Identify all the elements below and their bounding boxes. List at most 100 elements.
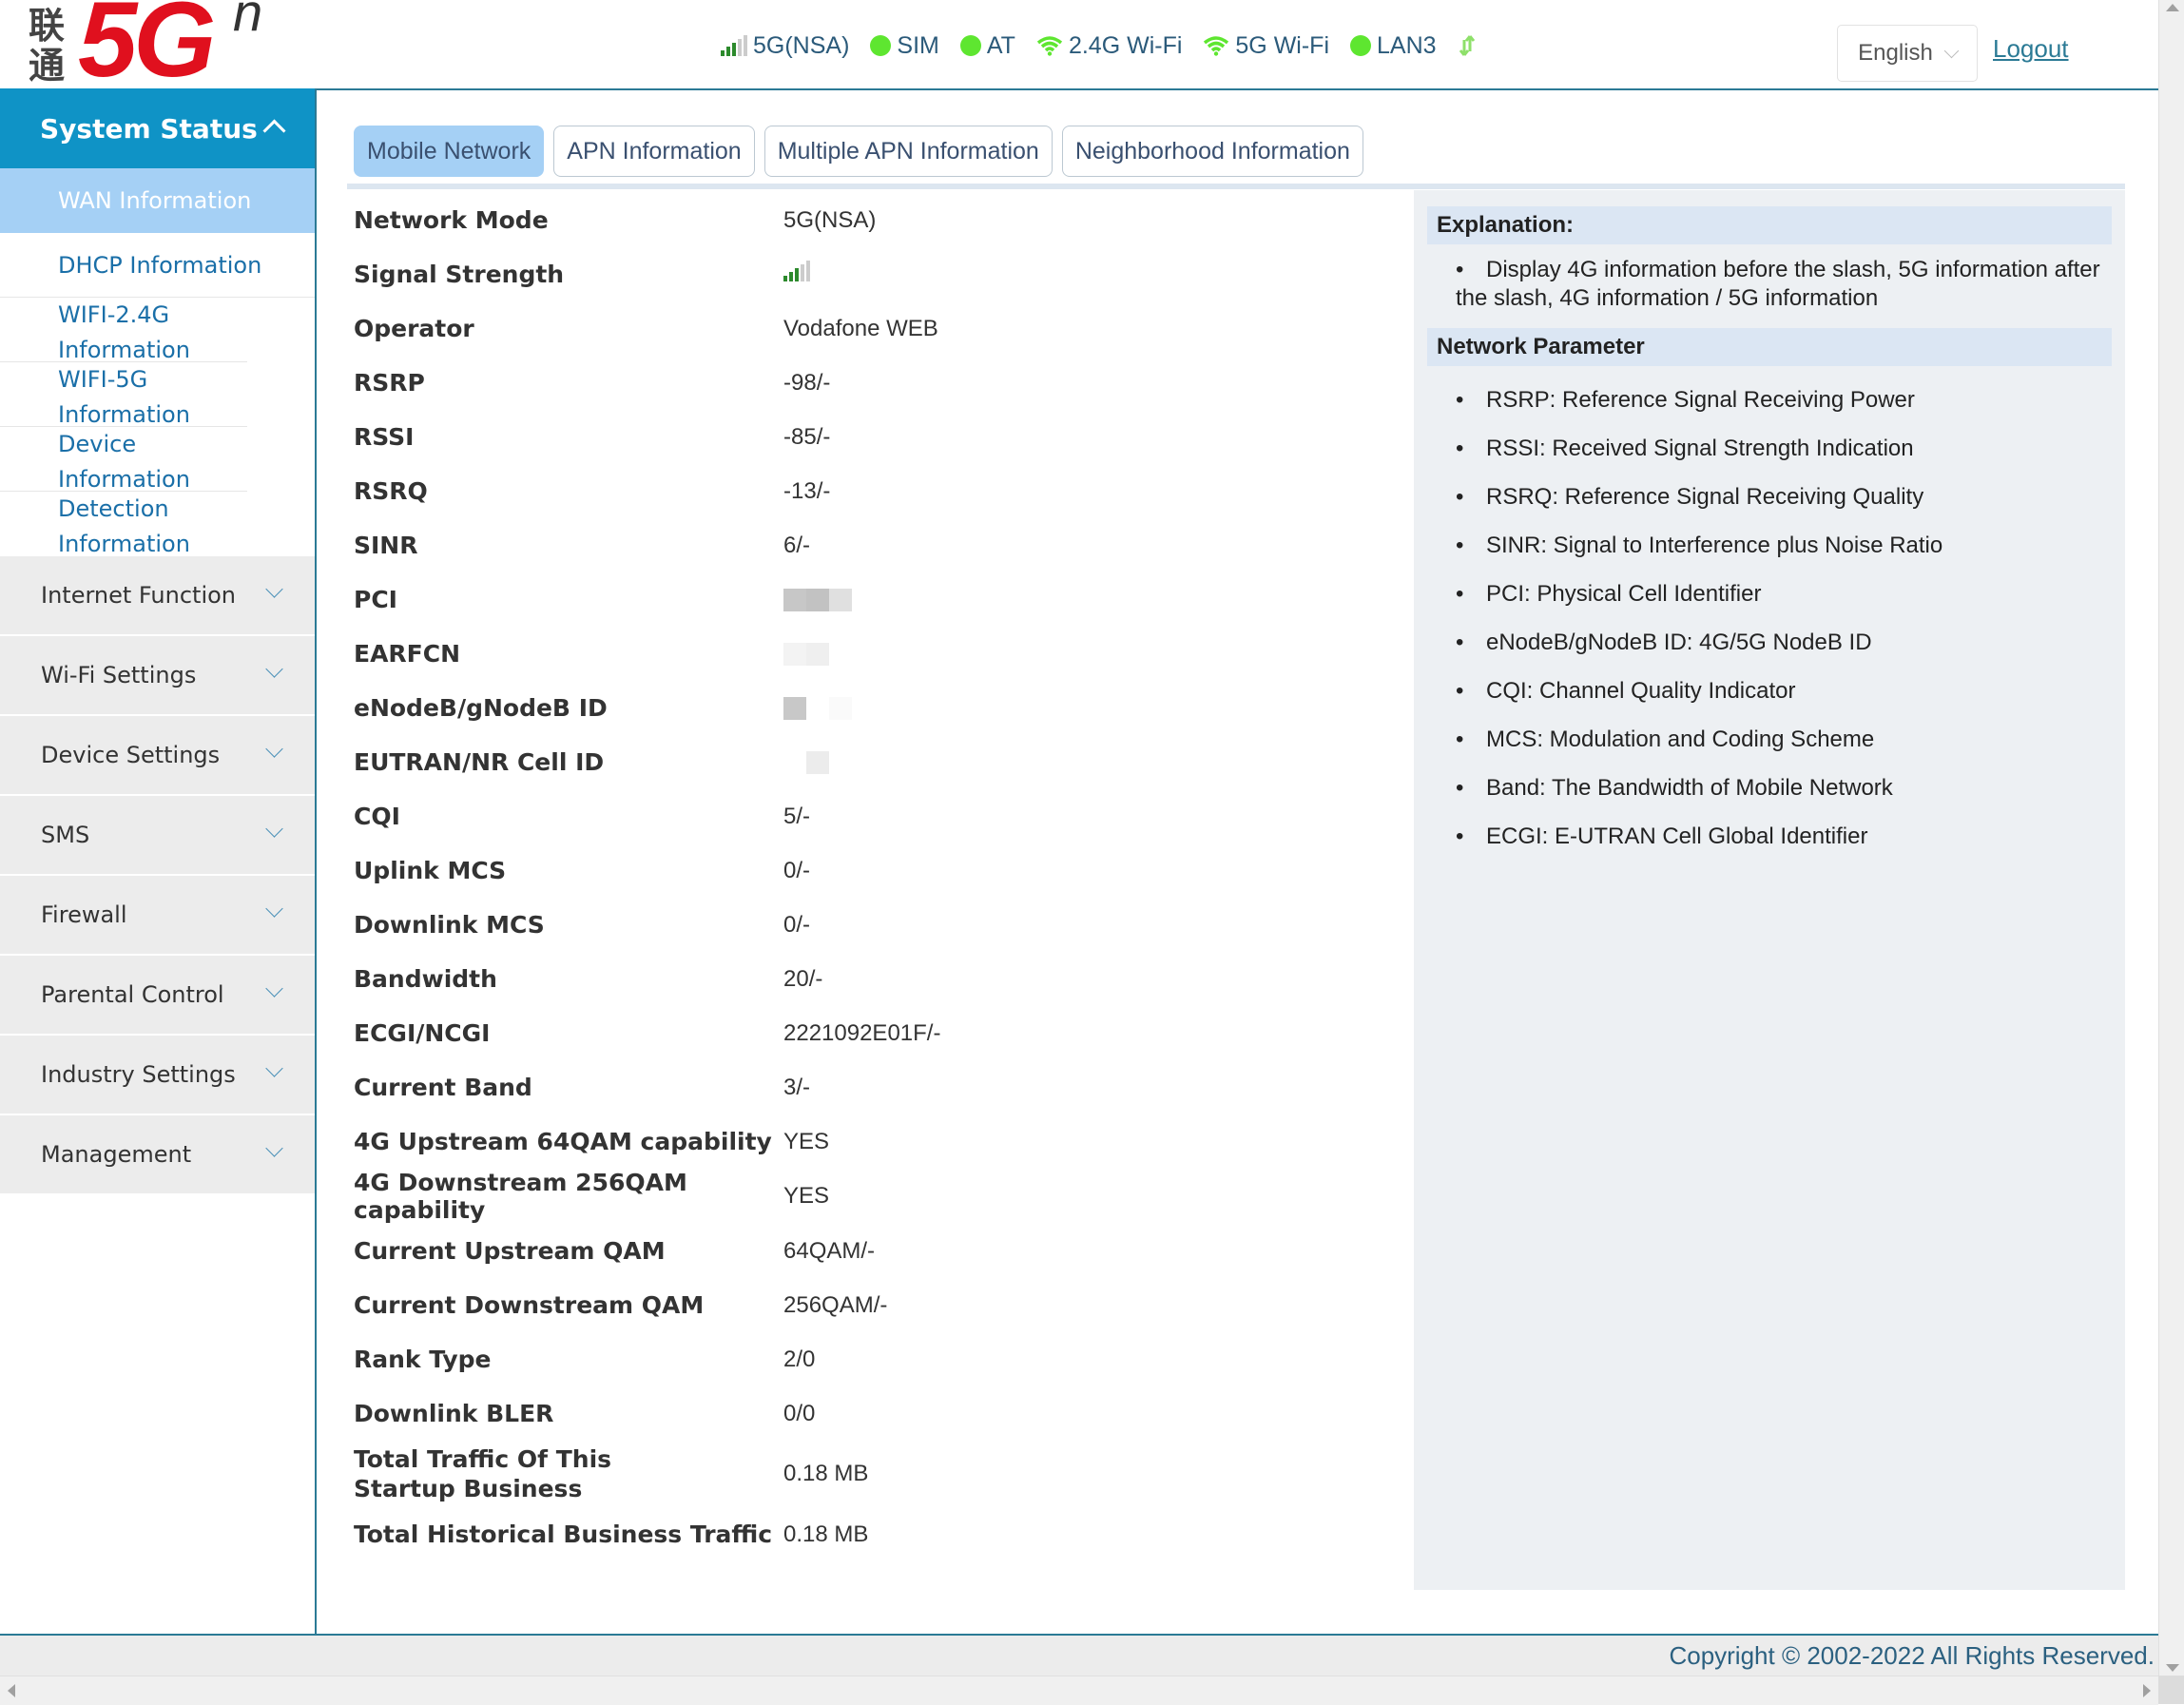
row-value: 5/- [783,803,811,829]
nav-group-label: Firewall [41,901,127,928]
sidebar-item-dhcp-information[interactable]: DHCP Information [0,233,315,298]
status-label: 5G(NSA) [753,31,850,59]
tab-divider [347,184,2125,189]
nav-group-label: Management [41,1141,192,1168]
table-row: CQI 5/- [354,789,1400,843]
nav-group-management[interactable]: Management [0,1115,315,1194]
logout-link[interactable]: Logout [1993,34,2069,64]
sidebar-item-label: Detection Information [58,495,190,557]
scroll-left-arrow-icon[interactable] [8,1684,15,1697]
status-bar: 5G(NSA) SIM AT 2.4G Wi-Fi 5G Wi-Fi LAN3 [721,27,1477,65]
row-label: Signal Strength [354,261,565,288]
vertical-scrollbar[interactable] [2158,0,2184,1676]
table-row: Current Downstream QAM 256QAM/- [354,1278,1400,1332]
row-label: PCI [354,586,397,613]
logo: 联通 5G n [29,0,276,93]
explanation-panel: Explanation: • Display 4G information bef… [1414,190,2125,1590]
status-sim: SIM [870,32,939,60]
explanation-title: Explanation: [1427,206,2112,244]
row-value: 2221092E01F/- [783,1019,941,1046]
scroll-up-arrow-icon[interactable] [2166,4,2179,11]
status-data-transfer [1458,34,1477,57]
explanation-text-content: Display 4G information before the slash,… [1456,257,2100,311]
sidebar-item-label: WIFI-5G Information [58,366,190,428]
chevron-down-icon [265,979,283,998]
wifi-icon [1036,36,1063,56]
row-label: Current Downstream QAM [354,1291,705,1319]
nav-group-wifi-settings[interactable]: Wi-Fi Settings [0,636,315,715]
row-label: Current Upstream QAM [354,1237,666,1265]
nav-group-label: System Status [40,112,258,145]
row-label: Rank Type [354,1346,492,1373]
chevron-down-icon [265,1059,283,1077]
nav-group-label: SMS [41,822,90,848]
network-parameter-item: CQI: Channel Quality Indicator [1456,667,2125,715]
chevron-down-icon [265,1139,283,1157]
sidebar-item-wan-information[interactable]: WAN Information [0,168,315,233]
row-label: Downlink MCS [354,911,545,939]
nav-group-device-settings[interactable]: Device Settings [0,716,315,795]
row-label: SINR [354,532,418,559]
sidebar-item-wifi-5-information[interactable]: WIFI-5G Information [0,362,247,428]
row-value: -98/- [783,369,831,396]
nav-group-firewall[interactable]: Firewall [0,876,315,955]
table-row: RSRQ -13/- [354,464,1400,518]
network-parameter-item: RSRP: Reference Signal Receiving Power [1456,376,2125,424]
row-value: 6/- [783,532,811,558]
nav-group-label: Wi-Fi Settings [41,662,197,688]
table-row: Uplink MCS 0/- [354,843,1400,898]
nav-group-industry-settings[interactable]: Industry Settings [0,1036,315,1114]
header: 联通 5G n 5G(NSA) SIM AT 2.4G Wi-Fi 5G Wi-… [0,0,2158,93]
sidebar-item-detection-information[interactable]: Detection Information [0,492,247,557]
table-row: ECGI/NCGI 2221092E01F/- [354,1006,1400,1060]
table-row: Total Traffic Of This Startup Business 0.… [354,1441,1400,1507]
nav-group-label: Parental Control [41,981,224,1008]
network-parameter-item: eNodeB/gNodeB ID: 4G/5G NodeB ID [1456,618,2125,667]
row-value: Vodafone WEB [783,315,938,341]
language-value: English [1858,40,1933,66]
status-dot-icon [959,35,981,56]
nav-group-parental-control[interactable]: Parental Control [0,956,315,1035]
network-parameter-item: RSSI: Received Signal Strength Indicatio… [1456,424,2125,473]
scroll-down-arrow-icon[interactable] [2166,1664,2179,1672]
status-wifi-24: 2.4G Wi-Fi [1036,32,1182,60]
nav-group-internet-function[interactable]: Internet Function [0,556,315,635]
status-at: AT [959,32,1015,60]
network-parameter-item: RSRQ: Reference Signal Receiving Quality [1456,473,2125,521]
redacted-value [783,588,875,611]
logo-cn-text: 联通 [29,5,66,87]
redacted-value [783,750,875,774]
wifi-icon [1204,36,1229,56]
sidebar-item-label: WAN Information [58,187,252,214]
status-wifi-5: 5G Wi-Fi [1203,32,1329,60]
logo-brand: 5G [78,0,216,99]
logo-superscript: n [233,0,263,42]
tab-multiple-apn-information[interactable]: Multiple APN Information [763,126,1053,177]
row-label: 4G Upstream 64QAM capability [354,1128,772,1155]
table-row: RSSI -85/- [354,410,1400,464]
nav-group-sms[interactable]: SMS [0,796,315,875]
row-label: RSRP [354,369,425,397]
footer: Copyright © 2002-2022 All Rights Reserve… [0,1634,2158,1677]
row-value: 0/0 [783,1400,816,1426]
network-parameter-item: Band: The Bandwidth of Mobile Network [1456,764,2125,812]
sidebar-item-label: Device Information [58,431,190,493]
copyright-text: Copyright © 2002-2022 All Rights Reserve… [1669,1641,2155,1670]
sidebar-item-wifi-24-information[interactable]: WIFI-2.4G Information [0,298,247,363]
row-label: Operator [354,315,474,342]
horizontal-scrollbar[interactable] [0,1676,2158,1705]
language-select[interactable]: English [1837,25,1978,82]
tab-apn-information[interactable]: APN Information [553,126,755,177]
table-row: 4G Upstream 64QAM capability YES [354,1114,1400,1169]
tab-mobile-network[interactable]: Mobile Network [354,126,545,177]
table-row: Rank Type 2/0 [354,1332,1400,1386]
nav-group-label: Device Settings [41,742,221,768]
row-label: EARFCN [354,640,461,668]
sidebar-item-device-information[interactable]: Device Information [0,427,247,493]
table-row: PCI [354,572,1400,627]
nav-group-system-status[interactable]: System Status [0,88,315,168]
tab-neighborhood-information[interactable]: Neighborhood Information [1061,126,1363,177]
row-label: Current Band [354,1074,532,1101]
scroll-right-arrow-icon[interactable] [2143,1684,2151,1697]
row-value: 0.18 MB [783,1521,869,1547]
